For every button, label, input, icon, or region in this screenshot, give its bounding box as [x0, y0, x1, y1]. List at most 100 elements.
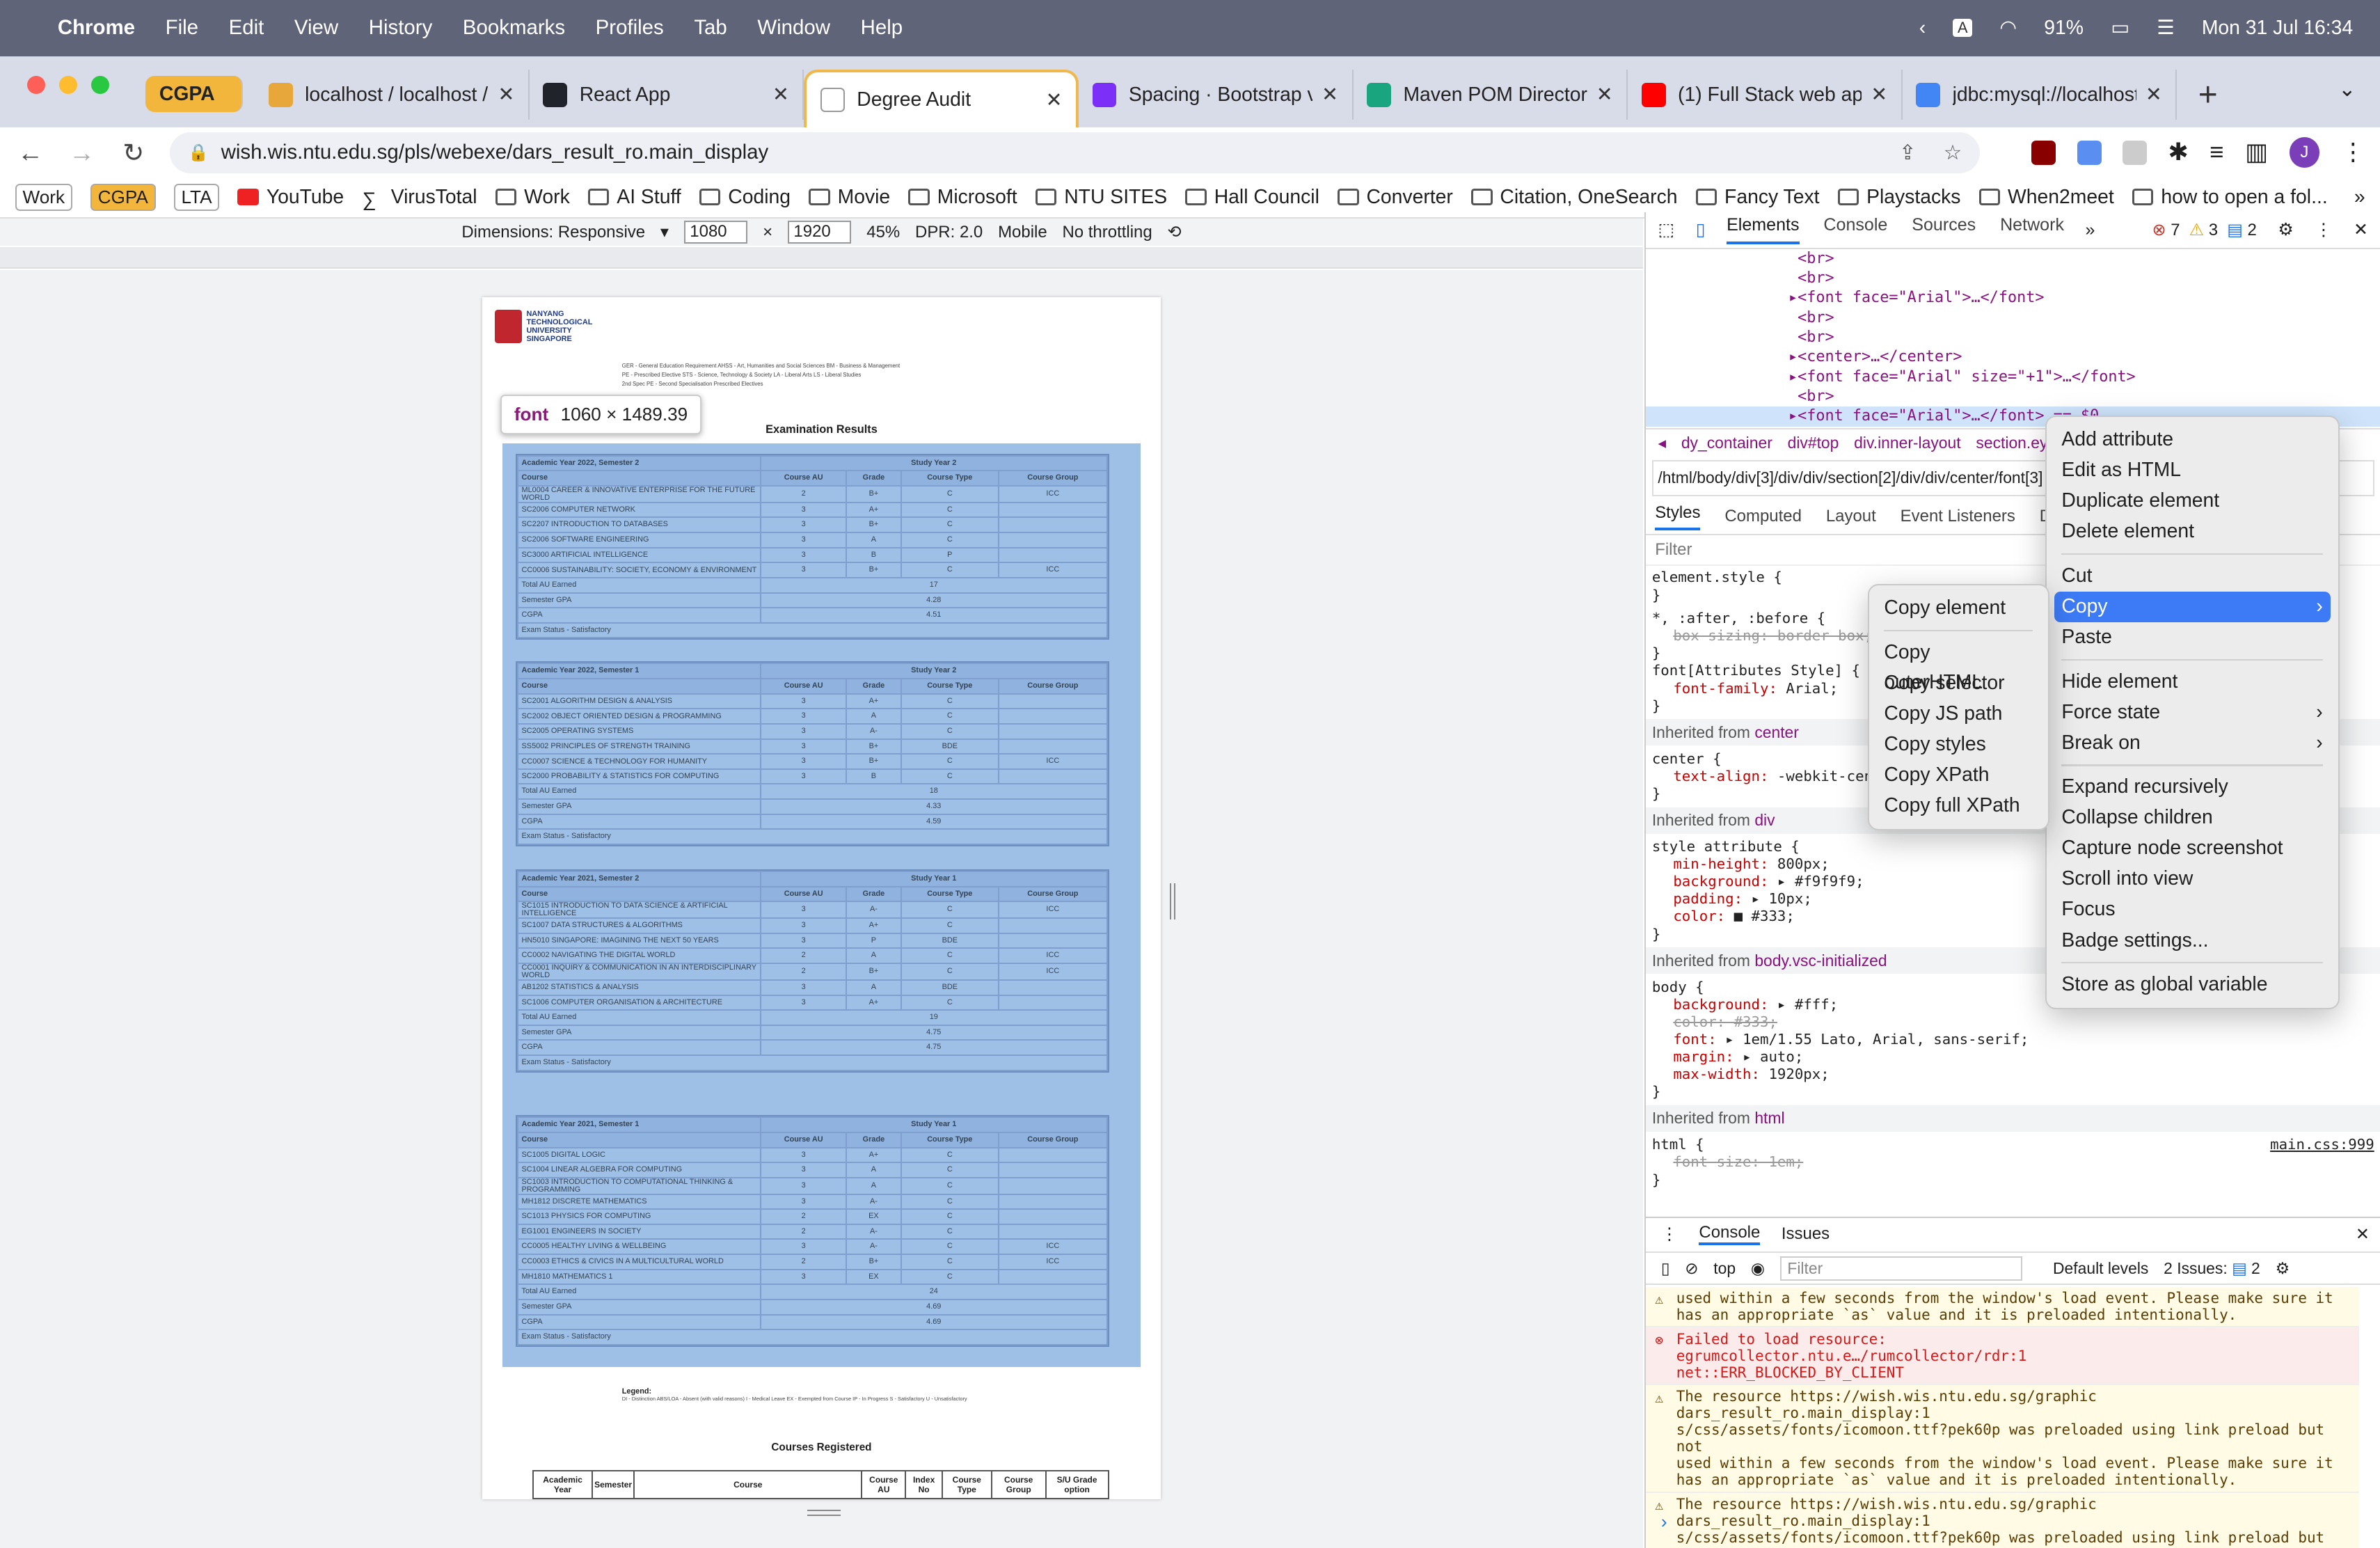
dom-node[interactable]: <br>: [1646, 387, 2380, 406]
wifi-icon[interactable]: ◠: [1999, 16, 2017, 40]
browser-tab[interactable]: CGPA: [145, 76, 243, 113]
drawer-menu-icon[interactable]: ⋮: [1661, 1224, 1678, 1245]
clear-console-icon[interactable]: ⊘: [1685, 1259, 1698, 1278]
tab-close-icon[interactable]: ✕: [1871, 83, 1887, 106]
warning-count-badge[interactable]: ⚠ 3: [2189, 220, 2219, 240]
context-menu-hide-element[interactable]: Hide element: [2047, 667, 2338, 697]
dom-node[interactable]: ▸<font face="Arial">…</font>: [1646, 288, 2380, 308]
console-settings-icon[interactable]: ⚙: [2276, 1259, 2290, 1278]
menu-item-profiles[interactable]: Profiles: [596, 16, 664, 40]
dom-node[interactable]: <br>: [1646, 249, 2380, 269]
ublock-icon[interactable]: [2031, 140, 2056, 165]
context-menu-break-on[interactable]: Break on ›: [2047, 728, 2338, 759]
minimize-window-button[interactable]: [59, 75, 78, 95]
copy-submenu-copy-outerhtml[interactable]: Copy outerHTML: [1869, 638, 2049, 694]
context-menu-expand-recursively[interactable]: Expand recursively: [2047, 772, 2338, 803]
eye-icon[interactable]: ◉: [1751, 1259, 1765, 1278]
context-menu-paste[interactable]: Paste: [2047, 622, 2338, 653]
bookmark-star-icon[interactable]: ☆: [1944, 141, 1962, 165]
menu-item-edit[interactable]: Edit: [229, 16, 264, 40]
browser-tab[interactable]: (1) Full Stack web applic ✕: [1628, 70, 1903, 120]
rotate-icon[interactable]: ⟲: [1168, 222, 1182, 242]
reading-list-icon[interactable]: ≡: [2210, 139, 2223, 166]
breadcrumb-item[interactable]: div.inner-layout: [1854, 434, 1960, 452]
dimensions-select[interactable]: Dimensions: Responsive: [461, 223, 645, 242]
styles-tab[interactable]: Computed: [1724, 507, 1802, 526]
bookmark-item[interactable]: LTA: [173, 183, 220, 212]
menu-item-bookmarks[interactable]: Bookmarks: [463, 16, 565, 40]
chevron-left-icon[interactable]: ‹: [1919, 17, 1926, 40]
styles-tab[interactable]: Event Listeners: [1901, 507, 2015, 526]
context-menu-copy[interactable]: Copy ›: [2054, 591, 2331, 622]
bookmark-item[interactable]: Citation, OneSearch: [1470, 186, 1677, 209]
devtools-tab-elements[interactable]: Elements: [1727, 215, 1800, 245]
profile-avatar[interactable]: J: [2289, 137, 2320, 168]
extension-icon-2[interactable]: [2077, 140, 2102, 165]
extension-icon-3[interactable]: [2123, 140, 2148, 165]
tab-close-icon[interactable]: ✕: [1596, 83, 1613, 106]
context-menu-collapse-children[interactable]: Collapse children: [2047, 803, 2338, 833]
zoom-select[interactable]: 45%: [866, 223, 900, 242]
more-tabs-icon[interactable]: »: [2086, 220, 2095, 240]
tab-close-icon[interactable]: ✕: [2145, 83, 2162, 106]
datetime[interactable]: Mon 31 Jul 16:34: [2202, 17, 2353, 40]
browser-tab[interactable]: Spacing · Bootstrap v5.3 ✕: [1079, 70, 1354, 120]
context-menu-store-as-global-variable[interactable]: Store as global variable: [2047, 970, 2338, 1000]
throttle-select[interactable]: No throttling: [1062, 223, 1152, 242]
copy-submenu-copy-xpath[interactable]: Copy XPath: [1869, 760, 2049, 791]
browser-tab[interactable]: React App ✕: [530, 70, 804, 120]
context-menu-focus[interactable]: Focus: [2047, 894, 2338, 925]
menu-item-file[interactable]: File: [166, 16, 198, 40]
settings-gear-icon[interactable]: ⚙: [2278, 219, 2293, 240]
menu-item-help[interactable]: Help: [861, 16, 903, 40]
lock-icon[interactable]: 🔒: [188, 143, 209, 163]
reload-icon[interactable]: ↻: [118, 138, 149, 168]
context-menu-badge-settings[interactable]: Badge settings...: [2047, 926, 2338, 956]
devtools-tab-console[interactable]: Console: [1823, 215, 1887, 244]
bookmark-item[interactable]: Coding: [699, 186, 791, 209]
console-filter-input[interactable]: Filter: [1779, 1256, 2023, 1281]
context-menu-scroll-into-view[interactable]: Scroll into view: [2047, 864, 2338, 894]
copy-submenu-copy-element[interactable]: Copy element: [1869, 593, 2049, 624]
mode-select[interactable]: Mobile: [998, 223, 1047, 242]
zoom-window-button[interactable]: [90, 75, 109, 95]
devtools-tab-sources[interactable]: Sources: [1912, 215, 1976, 244]
menu-app-name[interactable]: Chrome: [58, 16, 135, 40]
menu-item-view[interactable]: View: [294, 16, 338, 40]
bookmark-item[interactable]: AI Stuff: [587, 186, 681, 209]
device-height-input[interactable]: 1920: [787, 221, 852, 244]
issues-badge[interactable]: 2 Issues: ▤ 2: [2164, 1259, 2260, 1278]
copy-submenu-copy-full-xpath[interactable]: Copy full XPath: [1869, 791, 2049, 821]
device-width-input[interactable]: 1080: [683, 221, 748, 244]
bookmark-item[interactable]: Work: [15, 183, 72, 212]
browser-tab[interactable]: localhost / localhost / cg ✕: [255, 70, 530, 120]
tab-close-icon[interactable]: ✕: [1322, 83, 1338, 106]
dpr-select[interactable]: DPR: 2.0: [915, 223, 983, 242]
bookmark-item[interactable]: Microsoft: [908, 186, 1017, 209]
keyboard-input-icon[interactable]: A: [1953, 19, 1973, 38]
devtools-tab-network[interactable]: Network: [2000, 215, 2064, 244]
context-menu-delete-element[interactable]: Delete element: [2047, 516, 2338, 547]
bookmark-item[interactable]: how to open a fol...: [2132, 186, 2328, 209]
close-drawer-icon[interactable]: ✕: [2356, 1224, 2370, 1245]
back-icon[interactable]: ←: [15, 138, 46, 168]
device-toggle-icon[interactable]: ▯: [1696, 219, 1706, 240]
context-menu-force-state[interactable]: Force state ›: [2047, 697, 2338, 728]
styles-tab[interactable]: Layout: [1826, 507, 1876, 526]
menu-item-history[interactable]: History: [369, 16, 433, 40]
dom-node[interactable]: <br>: [1646, 269, 2380, 288]
chrome-menu-icon[interactable]: ⋮: [2341, 139, 2365, 166]
tab-close-icon[interactable]: ✕: [1046, 88, 1063, 112]
bookmark-item[interactable]: YouTube: [237, 186, 344, 209]
menu-item-tab[interactable]: Tab: [694, 16, 727, 40]
bookmark-item[interactable]: NTU SITES: [1035, 186, 1167, 209]
close-window-button[interactable]: [27, 75, 46, 95]
resize-handle-bottom[interactable]: [807, 1510, 841, 1516]
console-message[interactable]: ⚠ The resource https://wish.wis.ntu.edu.s…: [1646, 1492, 2359, 1548]
styles-tab[interactable]: Styles: [1655, 503, 1701, 530]
resize-handle-right[interactable]: [1169, 883, 1176, 920]
new-tab-button[interactable]: +: [2198, 76, 2218, 114]
dom-node[interactable]: ▸<font face="Arial" size="+1">…</font>: [1646, 368, 2380, 387]
info-count-badge[interactable]: ▤ 2: [2227, 220, 2257, 240]
dom-tree[interactable]: <br> <br> ▸<font face="Arial">…</font> <br>…: [1646, 249, 2380, 428]
